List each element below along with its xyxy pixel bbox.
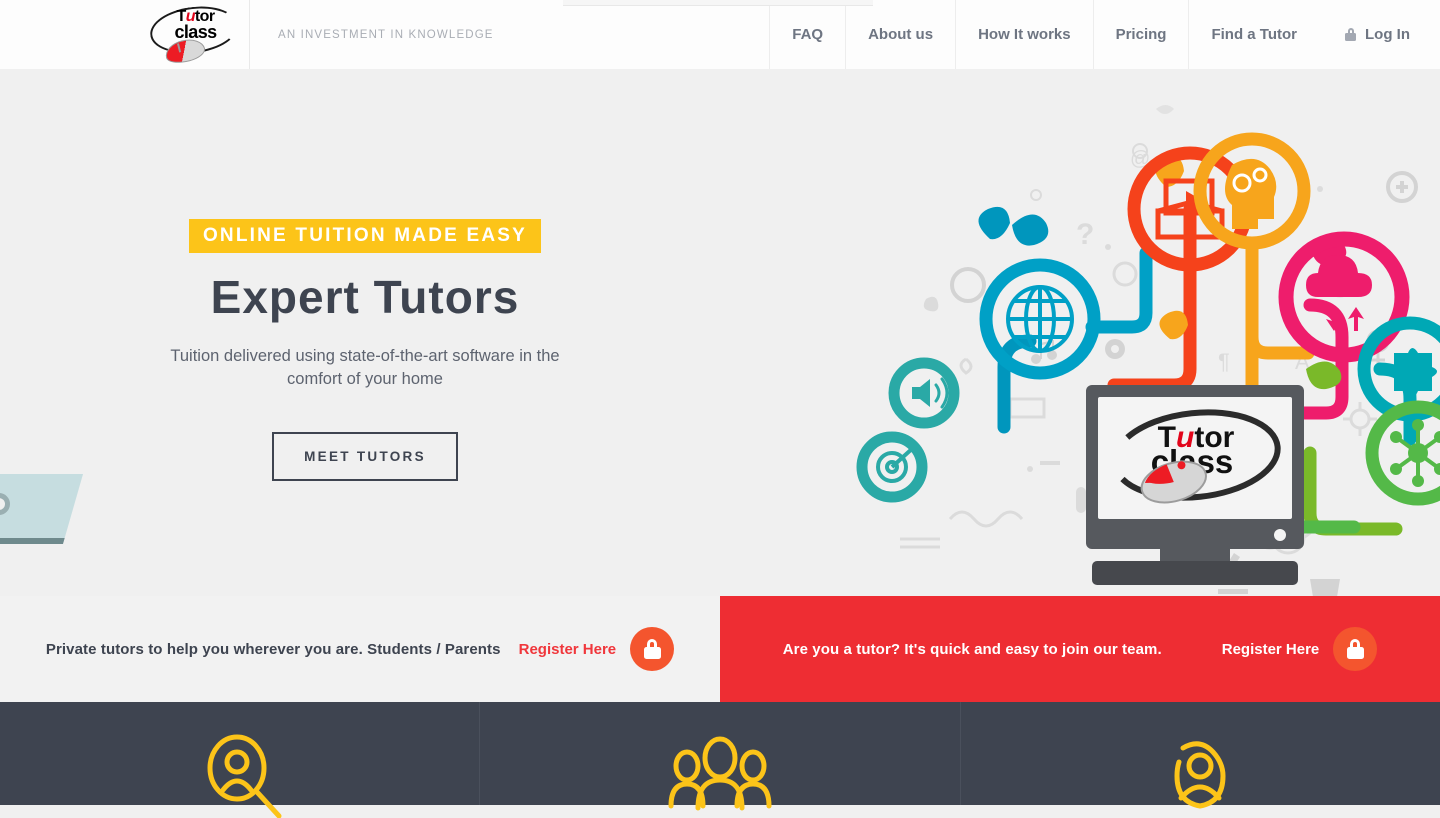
- nav-how-it-works[interactable]: How It works: [955, 0, 1093, 69]
- illus-monitor: Tutor class: [1086, 385, 1304, 585]
- cta-left-register-link[interactable]: Register Here: [519, 641, 617, 658]
- desk-prop-decoration: [0, 474, 84, 544]
- tagline: AN INVESTMENT IN KNOWLEDGE: [278, 28, 494, 41]
- main-nav: FAQ About us How It works Pricing Find a…: [769, 0, 1440, 69]
- features-section: [0, 702, 1440, 818]
- lock-icon: [643, 639, 661, 659]
- illus-icon-target: [856, 431, 928, 503]
- cta-tutors: Are you a tutor? It's quick and easy to …: [720, 596, 1440, 702]
- illus-icon-speaker: [888, 357, 960, 429]
- logo-text: Tutor class: [165, 8, 227, 42]
- nav-about-us[interactable]: About us: [845, 0, 955, 69]
- svg-text:?: ?: [1076, 218, 1094, 251]
- logo[interactable]: Tutor class: [140, 0, 250, 69]
- lock-icon: [1346, 639, 1364, 659]
- cta-left-text: Private tutors to help you wherever you …: [45, 640, 501, 658]
- meet-tutors-button[interactable]: MEET TUTORS: [272, 431, 458, 481]
- hero-eyebrow: ONLINE TUITION MADE EASY: [188, 219, 542, 253]
- feature-profile[interactable]: [961, 702, 1440, 809]
- illus-icon-brain: [1193, 132, 1311, 250]
- login-button[interactable]: Log In: [1319, 0, 1440, 69]
- logo-line2: class: [174, 21, 217, 42]
- nav-find-a-tutor[interactable]: Find a Tutor: [1188, 0, 1319, 69]
- hero-copy: ONLINE TUITION MADE EASY Expert Tutors T…: [168, 219, 562, 481]
- cta-students-parents: Private tutors to help you wherever you …: [0, 596, 720, 702]
- cta-right-lock-button[interactable]: [1333, 627, 1378, 671]
- page-title: Expert Tutors: [210, 271, 520, 323]
- svg-text:¶: ¶: [1218, 349, 1230, 374]
- cta-right-register-link[interactable]: Register Here: [1222, 641, 1320, 658]
- education-icons-illustration: @ ? ¶ A Tutor class: [856, 105, 1440, 596]
- person-profile-icon: [1174, 741, 1226, 809]
- nav-pricing[interactable]: Pricing: [1092, 0, 1189, 69]
- header-top-strip: [563, 0, 873, 6]
- nav-faq[interactable]: FAQ: [769, 0, 845, 69]
- hero-subheading: Tuition delivered using state-of-the-art…: [170, 347, 560, 388]
- search-person-icon: [207, 734, 282, 818]
- hero-section: ONLINE TUITION MADE EASY Expert Tutors T…: [0, 69, 1440, 596]
- feature-community[interactable]: [480, 702, 961, 811]
- lock-icon: [1345, 28, 1356, 41]
- site-header: Tutor class AN INVESTMENT IN KNOWLEDGE F…: [0, 0, 1440, 69]
- group-people-icon: [668, 736, 772, 811]
- logo-mark: Tutor class: [147, 1, 243, 67]
- hero-illustration: @ ? ¶ A Tutor class: [840, 69, 1440, 596]
- cta-right-text: Are you a tutor? It's quick and easy to …: [782, 640, 1162, 658]
- cta-left-lock-button[interactable]: [630, 627, 675, 671]
- login-label: Log In: [1365, 26, 1410, 43]
- cta-banners: Private tutors to help you wherever you …: [0, 596, 1440, 702]
- feature-find-tutor[interactable]: [0, 702, 481, 818]
